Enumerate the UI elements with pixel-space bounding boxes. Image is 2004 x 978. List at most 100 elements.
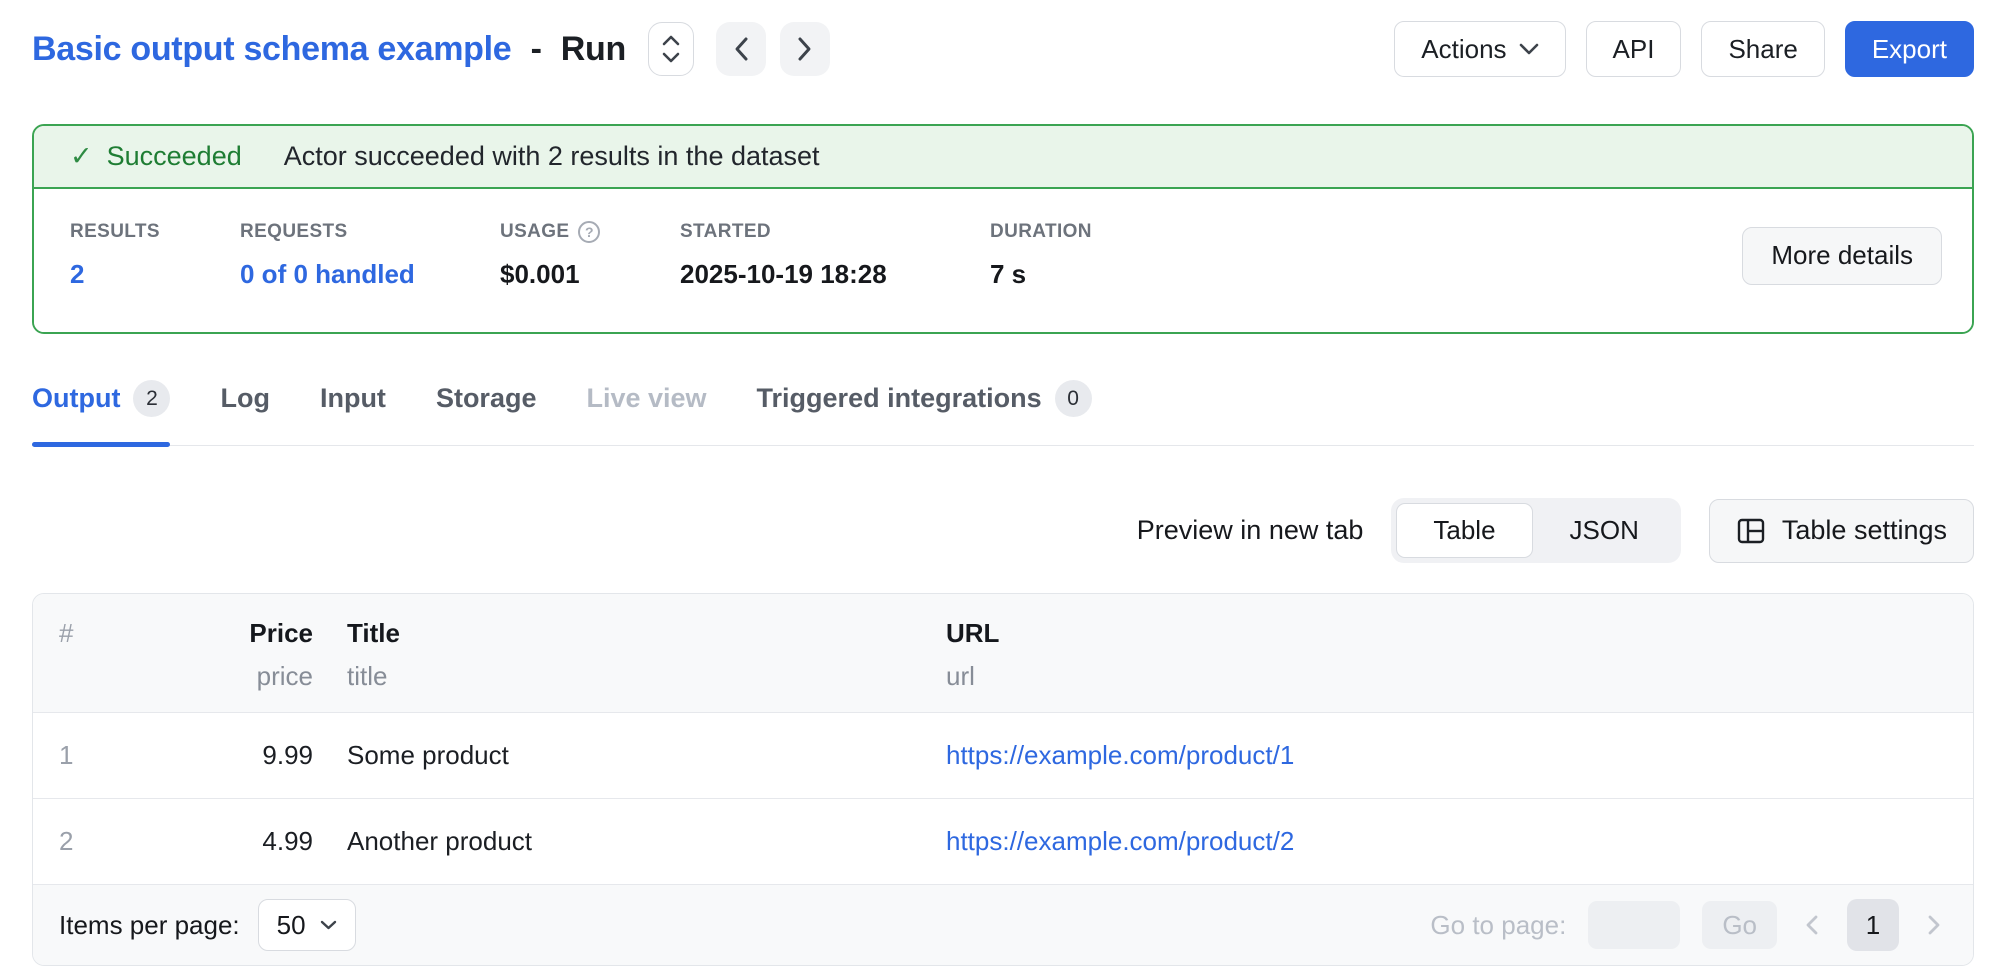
export-button[interactable]: Export <box>1845 21 1974 77</box>
stat-results-label: RESULTS <box>70 221 240 243</box>
run-detail-page: Basic output schema example - Run <box>0 0 2004 978</box>
export-button-label: Export <box>1872 34 1947 65</box>
chevron-right-icon <box>1927 914 1941 936</box>
run-stats: RESULTS 2 REQUESTS 0 of 0 handled USAGE … <box>34 189 1972 332</box>
actor-title-link[interactable]: Basic output schema example <box>32 30 511 68</box>
table-row: 1 9.99 Some product https://example.com/… <box>33 712 1973 798</box>
tab-triggered-integrations[interactable]: Triggered integrations 0 <box>757 380 1092 445</box>
tab-triggered-integrations-label: Triggered integrations <box>757 383 1042 414</box>
tab-output[interactable]: Output 2 <box>32 380 170 445</box>
status-message: Actor succeeded with 2 results in the da… <box>284 141 820 172</box>
chevron-right-icon <box>797 36 813 62</box>
column-title-title: Title <box>347 618 913 649</box>
stat-usage: USAGE ? $0.001 <box>500 221 680 290</box>
stat-started-label: STARTED <box>680 221 990 243</box>
row-2-price: 4.99 <box>173 826 313 857</box>
tab-live-view-label: Live view <box>586 383 706 414</box>
chevron-down-icon <box>320 920 337 930</box>
column-price-title: Price <box>173 618 313 649</box>
chevron-left-icon <box>1805 914 1819 936</box>
actions-button-label: Actions <box>1421 34 1506 65</box>
tab-triggered-integrations-badge: 0 <box>1055 380 1092 417</box>
top-actions: Actions API Share Export <box>1394 21 1974 77</box>
status-state-label: Succeeded <box>107 141 242 172</box>
question-circle-icon[interactable]: ? <box>578 221 600 243</box>
results-table: # Price price Title title URL url 1 9.99… <box>32 593 1974 966</box>
previous-page-button[interactable] <box>1799 914 1825 936</box>
check-icon: ✓ <box>70 141 93 172</box>
go-button[interactable]: Go <box>1702 901 1777 949</box>
tab-storage[interactable]: Storage <box>436 383 537 442</box>
chevron-left-icon <box>733 36 749 62</box>
chevron-down-icon <box>1519 43 1539 55</box>
output-controls: Preview in new tab Table JSON Table sett… <box>32 498 1974 563</box>
title-run-label: Run <box>561 30 626 68</box>
stat-results: RESULTS 2 <box>70 221 240 290</box>
actions-dropdown-button[interactable]: Actions <box>1394 21 1565 77</box>
more-details-label: More details <box>1771 240 1913 271</box>
more-details-button[interactable]: More details <box>1742 227 1942 285</box>
column-header-index: # <box>33 618 173 692</box>
row-1-title: Some product <box>313 740 913 771</box>
row-1-index: 1 <box>33 740 173 771</box>
stat-requests-value[interactable]: 0 of 0 handled <box>240 259 500 290</box>
row-2-index: 2 <box>33 826 173 857</box>
api-button-label: API <box>1613 34 1655 65</box>
column-url-title: URL <box>946 618 1973 649</box>
stat-duration: DURATION 7 s <box>990 221 1092 290</box>
column-url-key: url <box>946 661 1973 692</box>
row-1-url-link[interactable]: https://example.com/product/1 <box>946 740 1294 770</box>
pagination-controls: Go to page: Go 1 <box>1430 899 1947 951</box>
stat-duration-value: 7 s <box>990 259 1092 290</box>
table-settings-button[interactable]: Table settings <box>1709 499 1974 563</box>
tab-output-badge: 2 <box>133 380 170 417</box>
preview-in-new-tab-link[interactable]: Preview in new tab <box>1137 515 1364 546</box>
up-down-chevron-icon <box>660 34 682 64</box>
tab-input-label: Input <box>320 383 386 414</box>
stat-requests: REQUESTS 0 of 0 handled <box>240 221 500 290</box>
stat-usage-value: $0.001 <box>500 259 680 290</box>
status-banner: ✓ Succeeded Actor succeeded with 2 resul… <box>34 126 1972 189</box>
table-footer: Items per page: 50 Go to page: Go <box>33 884 1973 965</box>
view-mode-toggle: Table JSON <box>1391 498 1681 563</box>
tab-input[interactable]: Input <box>320 383 386 442</box>
table-row: 2 4.99 Another product https://example.c… <box>33 798 1973 884</box>
stat-requests-label: REQUESTS <box>240 221 500 243</box>
row-1-price: 9.99 <box>173 740 313 771</box>
stat-usage-label-text: USAGE <box>500 221 569 243</box>
tab-output-label: Output <box>32 383 120 414</box>
stat-usage-label: USAGE ? <box>500 221 680 243</box>
row-2-url-cell: https://example.com/product/2 <box>913 826 1973 857</box>
items-per-page-select[interactable]: 50 <box>258 899 356 951</box>
go-to-page-input[interactable] <box>1588 901 1680 949</box>
tab-log[interactable]: Log <box>220 383 269 442</box>
run-selector-button[interactable] <box>648 22 694 76</box>
previous-run-button[interactable] <box>716 22 766 76</box>
current-page-button[interactable]: 1 <box>1847 899 1899 951</box>
stat-started: STARTED 2025-10-19 18:28 <box>680 221 990 290</box>
column-header-url: URL url <box>913 618 1973 692</box>
tab-live-view: Live view <box>586 383 706 442</box>
share-button[interactable]: Share <box>1701 21 1824 77</box>
next-run-button[interactable] <box>780 22 830 76</box>
column-price-key: price <box>173 661 313 692</box>
items-per-page-label: Items per page: <box>59 910 240 941</box>
go-to-page-label: Go to page: <box>1430 910 1566 941</box>
tab-log-label: Log <box>220 383 269 414</box>
next-page-button[interactable] <box>1921 914 1947 936</box>
top-bar: Basic output schema example - Run <box>0 0 2004 78</box>
view-mode-table-option[interactable]: Table <box>1396 503 1532 558</box>
share-button-label: Share <box>1728 34 1797 65</box>
run-status-card: ✓ Succeeded Actor succeeded with 2 resul… <box>32 124 1974 334</box>
stat-results-value[interactable]: 2 <box>70 259 240 290</box>
api-button[interactable]: API <box>1586 21 1682 77</box>
page-title: Basic output schema example - Run <box>32 30 626 69</box>
table-grid-icon <box>1736 516 1766 546</box>
title-separator: - <box>531 30 542 68</box>
more-details-wrap: More details <box>1742 227 1942 285</box>
items-per-page-value: 50 <box>277 910 306 941</box>
row-2-url-link[interactable]: https://example.com/product/2 <box>946 826 1294 856</box>
column-index-title: # <box>59 618 173 649</box>
column-title-key: title <box>347 661 913 692</box>
view-mode-json-option[interactable]: JSON <box>1533 503 1676 558</box>
